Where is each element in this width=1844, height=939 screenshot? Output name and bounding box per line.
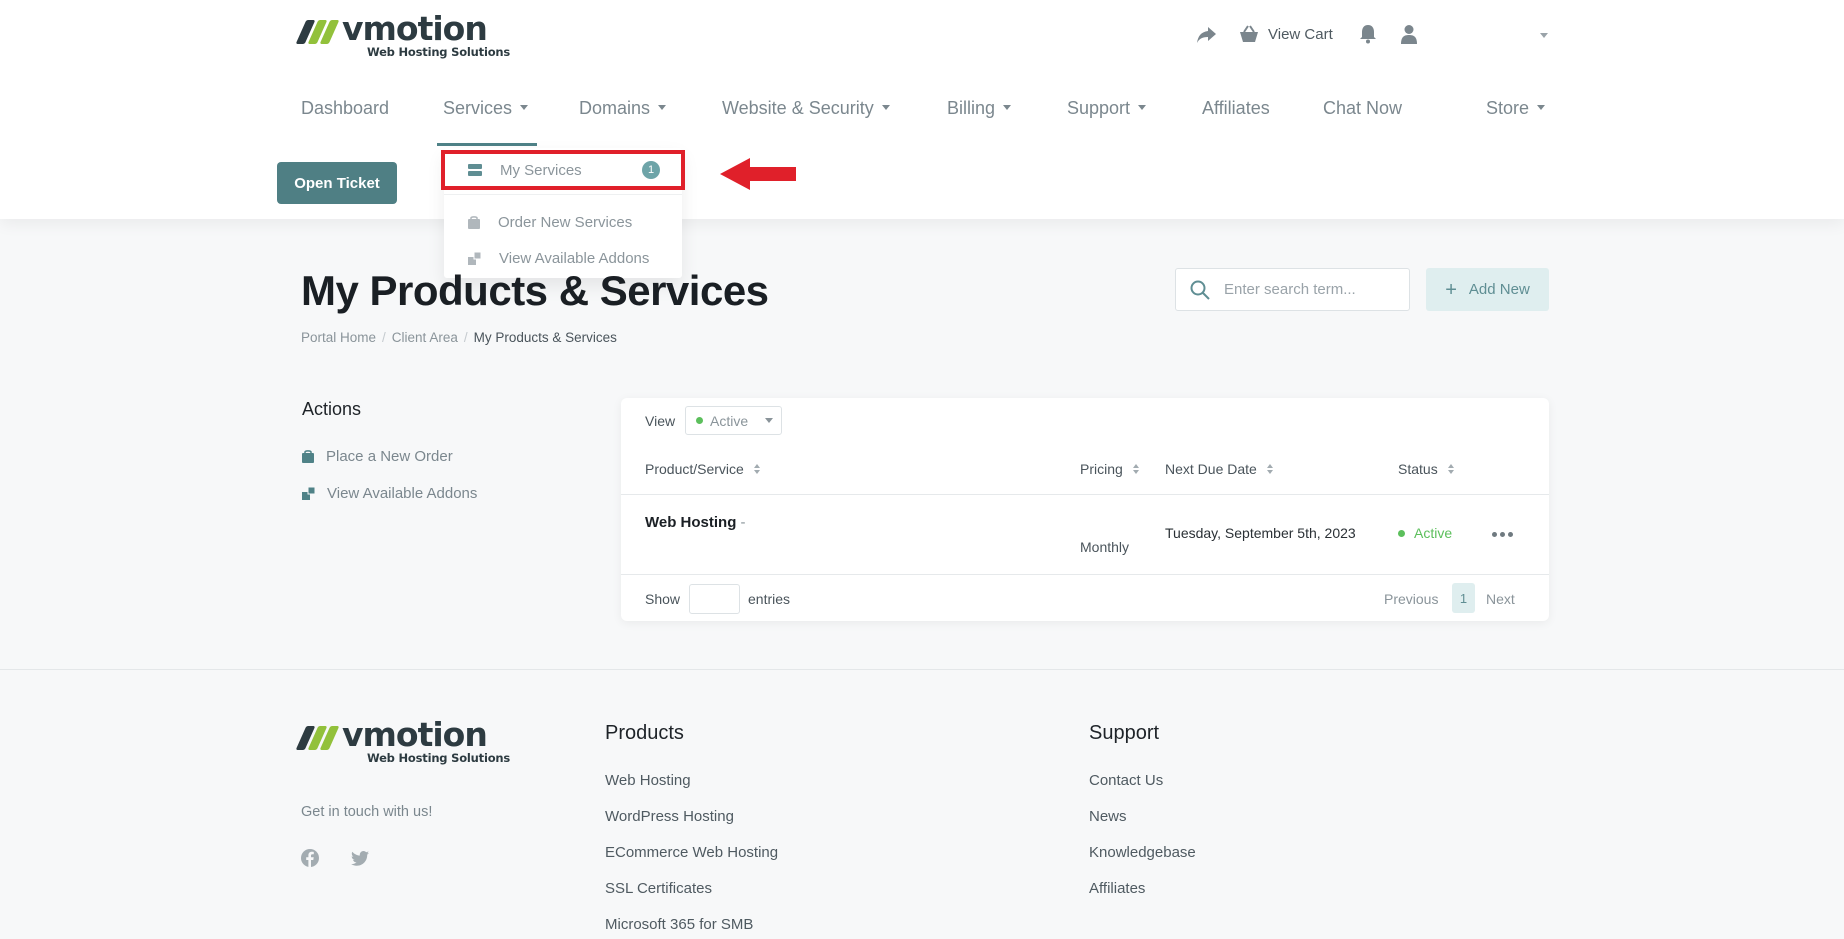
sort-icon [1447, 464, 1454, 474]
plus-icon: + [1445, 278, 1457, 301]
chevron-down-icon [520, 104, 529, 110]
pagination-previous[interactable]: Previous [1384, 591, 1438, 607]
show-label: Show [645, 591, 681, 607]
footer-support-heading: Support [1089, 722, 1160, 744]
share-icon[interactable] [1196, 26, 1217, 44]
view-filter-label: View [645, 413, 676, 429]
status-badge: Active [1398, 525, 1452, 541]
nav-active-indicator [437, 143, 537, 146]
breadcrumb: Portal Home / Client Area / My Products & Se… [301, 330, 617, 345]
open-ticket-button[interactable]: Open Ticket [277, 162, 397, 204]
nav-billing[interactable]: Billing [947, 98, 1012, 119]
logo-mark-icon [295, 724, 340, 750]
footer-contact-note: Get in touch with us! [301, 804, 433, 820]
account-chevron-down-icon[interactable] [1540, 33, 1548, 38]
nav-store[interactable]: Store [1486, 98, 1546, 119]
product-name[interactable]: Web Hosting - [645, 514, 746, 531]
breadcrumb-current: My Products & Services [473, 330, 617, 345]
footer-link-contact-us[interactable]: Contact Us [1089, 772, 1163, 789]
footer-link-web-hosting[interactable]: Web Hosting [605, 772, 691, 789]
pagination-next[interactable]: Next [1486, 591, 1515, 607]
cubes-icon [468, 251, 481, 265]
search-box [1175, 268, 1410, 311]
chevron-down-icon [765, 418, 774, 423]
annotation-highlight-box [441, 150, 685, 190]
brand-logo[interactable]: vmotion Web Hosting Solutions [295, 9, 511, 59]
next-due-date-cell: Tuesday, September 5th, 2023 [1165, 525, 1356, 541]
view-available-addons-link[interactable]: View Available Addons [302, 485, 477, 502]
nav-support[interactable]: Support [1067, 98, 1147, 119]
column-header-pricing[interactable]: Pricing [1080, 461, 1139, 477]
more-options-icon[interactable] [1492, 532, 1513, 537]
sort-icon [753, 464, 760, 474]
bell-icon[interactable] [1359, 24, 1377, 44]
annotation-arrow-icon [720, 158, 796, 190]
footer-brand-logo[interactable]: vmotion Web Hosting Solutions [295, 715, 511, 765]
menu-item-order-new-services[interactable]: Order New Services [444, 207, 682, 237]
search-icon [1190, 280, 1210, 300]
footer-brand-name: vmotion [342, 715, 488, 754]
column-header-status[interactable]: Status [1398, 461, 1454, 477]
entries-label: entries [748, 591, 791, 607]
chevron-down-icon [1537, 104, 1546, 110]
user-icon[interactable] [1400, 24, 1418, 44]
add-new-button[interactable]: + Add New [1426, 268, 1549, 311]
menu-divider [444, 194, 682, 195]
footer-link-microsoft-365[interactable]: Microsoft 365 for SMB [605, 916, 753, 933]
nav-domains[interactable]: Domains [579, 98, 667, 119]
page-title: My Products & Services [301, 267, 769, 314]
footer-link-knowledgebase[interactable]: Knowledgebase [1089, 844, 1196, 861]
site-header: vmotion Web Hosting Solutions View Cart … [0, 0, 1844, 219]
view-cart-link[interactable]: View Cart [1268, 26, 1333, 43]
chevron-down-icon [658, 104, 667, 110]
footer-link-ssl-certificates[interactable]: SSL Certificates [605, 880, 712, 897]
footer-link-wordpress-hosting[interactable]: WordPress Hosting [605, 808, 734, 825]
status-dot-icon [1398, 529, 1405, 537]
nav-affiliates[interactable]: Affiliates [1202, 98, 1270, 119]
sort-icon [1266, 464, 1273, 474]
footer-link-affiliates[interactable]: Affiliates [1089, 880, 1145, 897]
pricing-cell: Monthly [1080, 539, 1130, 555]
footer-brand-tagline: Web Hosting Solutions [367, 751, 511, 765]
brand-tagline: Web Hosting Solutions [367, 45, 511, 59]
cubes-icon [302, 487, 315, 500]
view-filter-select[interactable]: Active [685, 406, 782, 435]
entries-per-page-select[interactable] [689, 584, 740, 614]
chevron-down-icon [1138, 104, 1147, 110]
place-new-order-link[interactable]: Place a New Order [302, 448, 453, 465]
shopping-bag-icon [302, 450, 314, 463]
table-divider [621, 574, 1549, 575]
breadcrumb-client-area[interactable]: Client Area [392, 330, 458, 345]
nav-services[interactable]: Services [443, 98, 529, 119]
actions-heading: Actions [302, 399, 362, 419]
search-input[interactable] [1224, 281, 1394, 298]
footer-link-ecommerce-hosting[interactable]: ECommerce Web Hosting [605, 844, 778, 861]
column-header-next-due-date[interactable]: Next Due Date [1165, 461, 1273, 477]
basket-icon[interactable] [1239, 24, 1259, 44]
logo-mark-icon [295, 18, 340, 44]
twitter-icon[interactable] [351, 851, 369, 866]
nav-website-security[interactable]: Website & Security [722, 98, 890, 119]
footer-link-news[interactable]: News [1089, 808, 1127, 825]
nav-dashboard[interactable]: Dashboard [301, 98, 389, 119]
breadcrumb-portal-home[interactable]: Portal Home [301, 330, 376, 345]
chevron-down-icon [881, 104, 890, 110]
nav-chat-now[interactable]: Chat Now [1323, 98, 1402, 119]
shopping-bag-icon [468, 215, 480, 229]
pagination-page-1[interactable]: 1 [1452, 583, 1475, 613]
column-header-product[interactable]: Product/Service [645, 461, 760, 477]
brand-name: vmotion [342, 9, 488, 48]
chevron-down-icon [1003, 104, 1012, 110]
footer-products-heading: Products [605, 722, 684, 744]
status-dot-icon [696, 417, 703, 424]
sort-icon [1132, 464, 1139, 474]
services-table-card: View Active Product/Service Pricing Next… [621, 398, 1549, 621]
facebook-icon[interactable] [301, 849, 319, 867]
site-footer: vmotion Web Hosting Solutions Products W… [0, 669, 1844, 939]
table-divider [621, 494, 1549, 495]
